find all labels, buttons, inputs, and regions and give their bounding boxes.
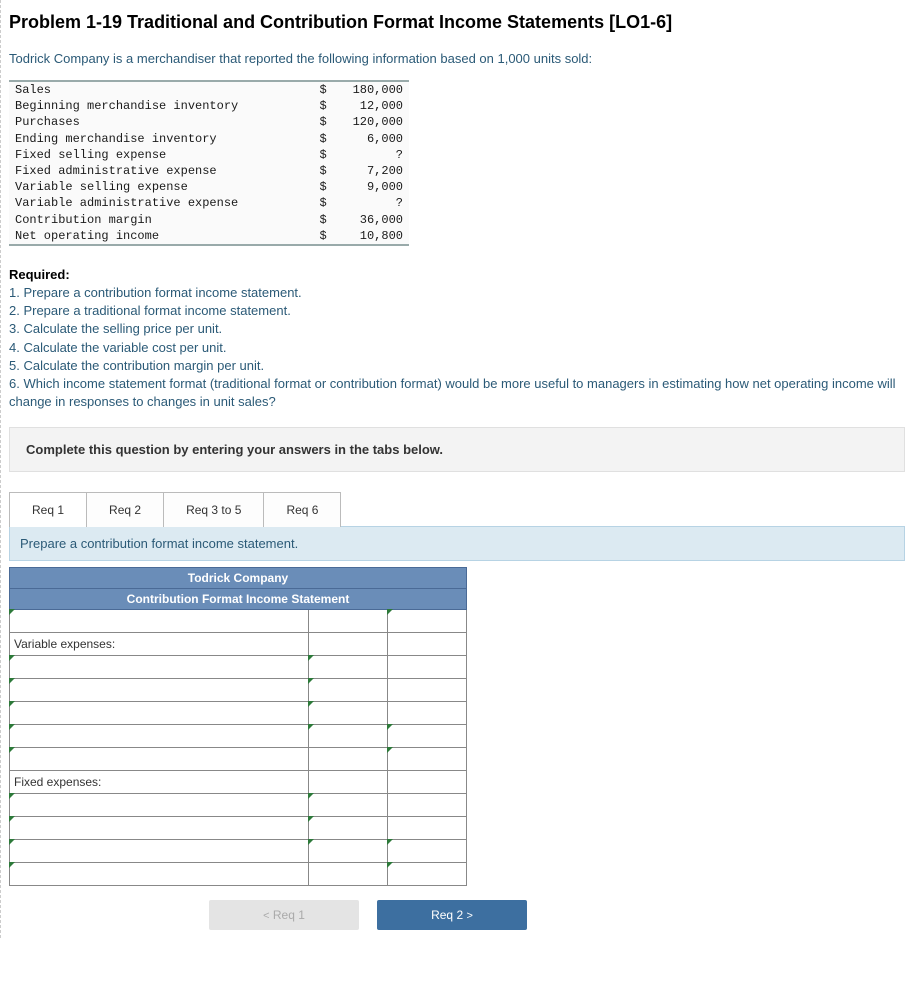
nav-buttons: < Req 1 Req 2 > [209, 900, 905, 930]
input-cell[interactable] [388, 679, 467, 702]
given-label: Sales [9, 82, 297, 98]
given-value: ? [333, 195, 409, 211]
input-cell[interactable] [309, 771, 388, 794]
given-data-table: Sales$180,000Beginning merchandise inven… [9, 82, 409, 244]
given-value: 180,000 [333, 82, 409, 98]
given-value: 12,000 [333, 98, 409, 114]
given-label: Variable selling expense [9, 179, 297, 195]
given-label: Net operating income [9, 228, 297, 244]
chevron-right-icon: > [466, 910, 472, 922]
input-cell[interactable] [10, 794, 309, 817]
input-cell[interactable] [10, 840, 309, 863]
currency-symbol: $ [297, 179, 333, 195]
given-value: 120,000 [333, 114, 409, 130]
required-heading: Required: [9, 267, 70, 282]
input-cell[interactable] [10, 656, 309, 679]
chevron-left-icon: < [263, 910, 269, 922]
label-variable-expenses: Variable expenses: [10, 633, 309, 656]
input-cell[interactable] [388, 656, 467, 679]
input-cell[interactable] [309, 725, 388, 748]
required-item: 4. Calculate the variable cost per unit. [9, 340, 227, 355]
given-value: 7,200 [333, 163, 409, 179]
given-label: Purchases [9, 114, 297, 130]
tab-req-1[interactable]: Req 1 [9, 492, 87, 527]
currency-symbol: $ [297, 195, 333, 211]
given-label: Beginning merchandise inventory [9, 98, 297, 114]
input-cell[interactable] [309, 702, 388, 725]
input-cell[interactable] [309, 748, 388, 771]
input-cell[interactable] [388, 748, 467, 771]
problem-title: Problem 1-19 Traditional and Contributio… [9, 12, 905, 33]
required-section: Required: 1. Prepare a contribution form… [9, 266, 905, 412]
input-cell[interactable] [309, 656, 388, 679]
currency-symbol: $ [297, 131, 333, 147]
label-fixed-expenses: Fixed expenses: [10, 771, 309, 794]
required-item: 3. Calculate the selling price per unit. [9, 321, 222, 336]
tab-req-3-5[interactable]: Req 3 to 5 [163, 492, 264, 527]
tab-prompt: Prepare a contribution format income sta… [9, 526, 905, 561]
given-value: 9,000 [333, 179, 409, 195]
required-item: 6. Which income statement format (tradit… [9, 376, 896, 409]
input-cell[interactable] [309, 610, 388, 633]
answer-header-company: Todrick Company [10, 568, 467, 589]
tab-bar: Req 1 Req 2 Req 3 to 5 Req 6 [9, 492, 905, 527]
input-cell[interactable] [309, 633, 388, 656]
input-cell[interactable] [10, 725, 309, 748]
answer-table: Todrick Company Contribution Format Inco… [9, 567, 467, 886]
given-label: Fixed selling expense [9, 147, 297, 163]
input-cell[interactable] [309, 794, 388, 817]
required-item: 2. Prepare a traditional format income s… [9, 303, 291, 318]
currency-symbol: $ [297, 114, 333, 130]
input-cell[interactable] [388, 725, 467, 748]
prev-button[interactable]: < Req 1 [209, 900, 359, 930]
prev-button-label: Req 1 [273, 908, 305, 922]
input-cell[interactable] [10, 679, 309, 702]
given-value: 36,000 [333, 212, 409, 228]
input-cell[interactable] [10, 817, 309, 840]
input-cell[interactable] [388, 610, 467, 633]
currency-symbol: $ [297, 163, 333, 179]
currency-symbol: $ [297, 212, 333, 228]
input-cell[interactable] [388, 840, 467, 863]
input-cell[interactable] [10, 748, 309, 771]
input-cell[interactable] [309, 679, 388, 702]
given-value: ? [333, 147, 409, 163]
required-item: 1. Prepare a contribution format income … [9, 285, 302, 300]
currency-symbol: $ [297, 82, 333, 98]
input-cell[interactable] [309, 817, 388, 840]
currency-symbol: $ [297, 147, 333, 163]
instruction-box: Complete this question by entering your … [9, 427, 905, 472]
given-value: 6,000 [333, 131, 409, 147]
given-label: Contribution margin [9, 212, 297, 228]
input-cell[interactable] [10, 610, 309, 633]
answer-header-statement: Contribution Format Income Statement [10, 589, 467, 610]
input-cell[interactable] [10, 702, 309, 725]
next-button[interactable]: Req 2 > [377, 900, 527, 930]
next-button-label: Req 2 [431, 908, 463, 922]
required-item: 5. Calculate the contribution margin per… [9, 358, 264, 373]
given-value: 10,800 [333, 228, 409, 244]
given-label: Variable administrative expense [9, 195, 297, 211]
intro-text: Todrick Company is a merchandiser that r… [9, 51, 905, 66]
given-data-block: Sales$180,000Beginning merchandise inven… [9, 80, 409, 246]
input-cell[interactable] [388, 702, 467, 725]
input-cell[interactable] [309, 863, 388, 886]
given-label: Ending merchandise inventory [9, 131, 297, 147]
input-cell[interactable] [388, 633, 467, 656]
tab-req-2[interactable]: Req 2 [86, 492, 164, 527]
input-cell[interactable] [388, 863, 467, 886]
input-cell[interactable] [309, 840, 388, 863]
tab-req-6[interactable]: Req 6 [263, 492, 341, 527]
currency-symbol: $ [297, 98, 333, 114]
input-cell[interactable] [388, 794, 467, 817]
given-label: Fixed administrative expense [9, 163, 297, 179]
input-cell[interactable] [10, 863, 309, 886]
input-cell[interactable] [388, 817, 467, 840]
input-cell[interactable] [388, 771, 467, 794]
currency-symbol: $ [297, 228, 333, 244]
